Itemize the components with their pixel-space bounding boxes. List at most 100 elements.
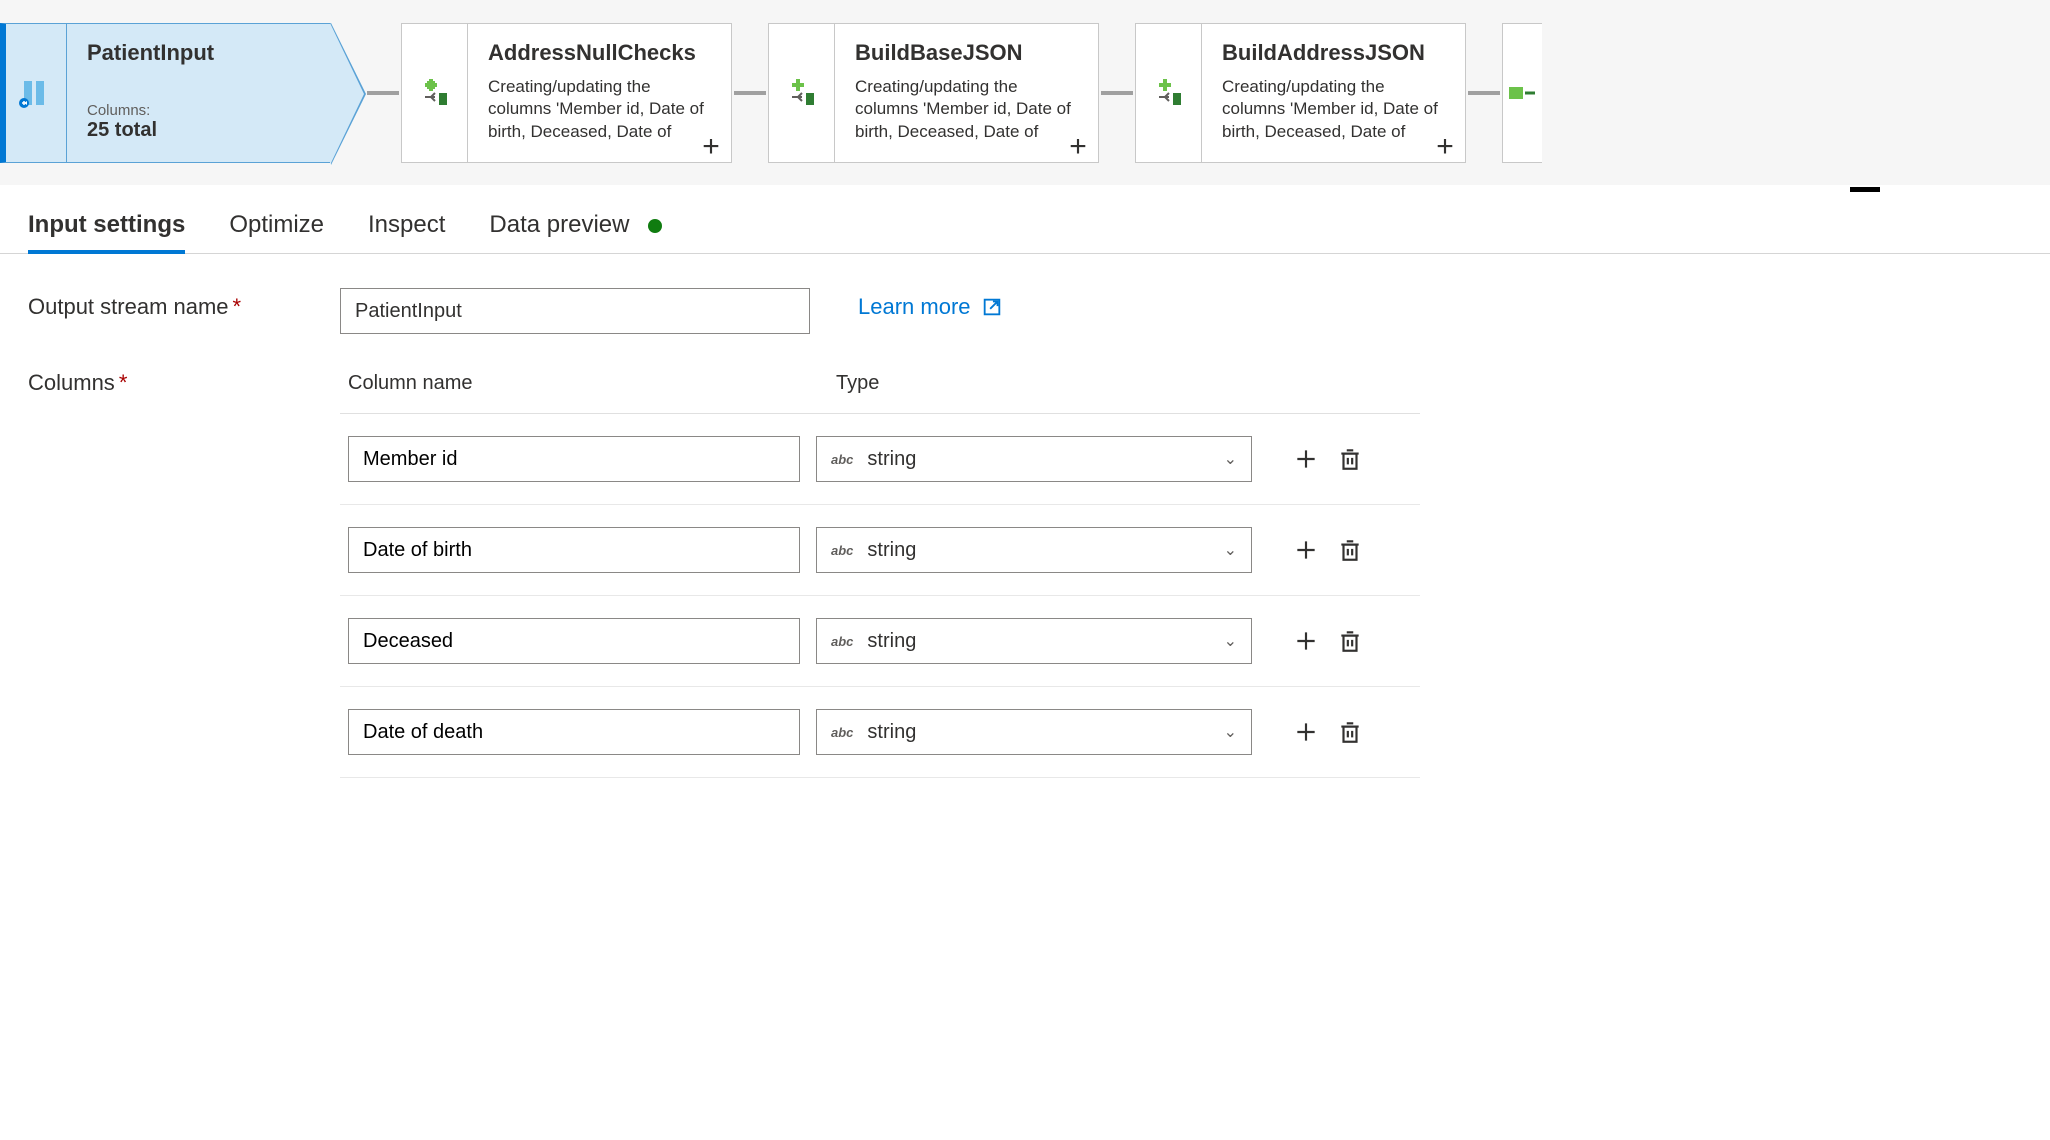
column-type-select[interactable]: abc string ⌄ <box>816 527 1252 573</box>
plus-icon <box>1293 537 1319 563</box>
transform-icon-column <box>768 23 834 163</box>
trash-icon <box>1337 537 1363 563</box>
row-actions <box>1292 718 1364 746</box>
panel-resize-handle[interactable] <box>1850 187 1880 192</box>
type-prefix-icon: abc <box>831 543 853 558</box>
tab-data-preview-label: Data preview <box>489 211 629 238</box>
external-link-icon <box>981 296 1003 318</box>
columns-header: Column name Type <box>340 364 1420 414</box>
column-name-header: Column name <box>348 372 836 395</box>
settings-tabs: Input settings Optimize Inspect Data pre… <box>0 185 2050 254</box>
flow-node-desc: Creating/updating the columns 'Member id… <box>1222 76 1445 148</box>
flow-connector <box>734 91 766 95</box>
source-icon <box>18 75 54 111</box>
add-column-button[interactable] <box>1292 536 1320 564</box>
columns-label: Columns* <box>28 364 340 396</box>
column-name-input[interactable] <box>348 436 800 482</box>
flow-card[interactable]: BuildAddressJSON Creating/updating the c… <box>1201 23 1466 163</box>
add-step-button[interactable]: + <box>697 132 725 162</box>
flow-node-addressnullchecks[interactable]: AddressNullChecks Creating/updating the … <box>401 23 732 163</box>
source-icon-column <box>0 23 66 163</box>
dataflow-canvas: PatientInput Columns: 25 total + Address… <box>0 0 2050 185</box>
output-stream-name-input[interactable] <box>340 288 810 334</box>
transform-icon-column <box>1135 23 1201 163</box>
type-prefix-icon: abc <box>831 725 853 740</box>
plus-icon <box>1293 628 1319 654</box>
flow-node-desc: Creating/updating the columns 'Member id… <box>488 76 711 148</box>
row-actions <box>1292 627 1364 655</box>
flow-node-meta-label: Columns: <box>87 102 310 119</box>
columns-label-text: Columns <box>28 370 115 395</box>
transform-icon-column <box>1502 23 1542 163</box>
transform-icon-column <box>401 23 467 163</box>
chevron-down-icon: ⌄ <box>1224 722 1237 742</box>
derived-column-icon <box>1505 75 1541 111</box>
flow-card[interactable]: AddressNullChecks Creating/updating the … <box>467 23 732 163</box>
flow-node-buildbasejson[interactable]: BuildBaseJSON Creating/updating the colu… <box>768 23 1099 163</box>
input-settings-form: Output stream name* Learn more Columns* … <box>0 254 2050 778</box>
add-step-button[interactable]: + <box>1431 132 1459 162</box>
flow-connector <box>1101 91 1133 95</box>
add-step-button[interactable]: + <box>1064 132 1092 162</box>
output-stream-row: Output stream name* Learn more <box>28 288 2022 334</box>
flow-node-desc: Creating/updating the columns 'Member id… <box>855 76 1078 148</box>
column-type-select[interactable]: abc string ⌄ <box>816 618 1252 664</box>
flow-card-selected[interactable]: PatientInput Columns: 25 total <box>66 23 331 163</box>
column-type-value: string <box>867 721 916 744</box>
row-actions <box>1292 536 1364 564</box>
flow-node-meta-value: 25 total <box>87 119 310 142</box>
column-name-input[interactable] <box>348 618 800 664</box>
add-column-button[interactable] <box>1292 718 1320 746</box>
flow-node-title: BuildBaseJSON <box>855 40 1078 66</box>
columns-row: abc string ⌄ <box>340 596 1420 687</box>
learn-more-text: Learn more <box>858 294 971 320</box>
delete-column-button[interactable] <box>1336 536 1364 564</box>
output-stream-label-text: Output stream name <box>28 294 229 319</box>
flow-node-patientinput[interactable]: PatientInput Columns: 25 total + <box>0 23 331 163</box>
derived-column-icon <box>784 75 820 111</box>
flow-connector <box>1468 91 1500 95</box>
flow-node-buildaddressjson[interactable]: BuildAddressJSON Creating/updating the c… <box>1135 23 1466 163</box>
tab-input-settings[interactable]: Input settings <box>28 211 185 253</box>
flow-node-title: PatientInput <box>87 40 310 66</box>
derived-column-icon <box>1151 75 1187 111</box>
flow-node-title: BuildAddressJSON <box>1222 40 1445 66</box>
column-type-select[interactable]: abc string ⌄ <box>816 436 1252 482</box>
columns-row: abc string ⌄ <box>340 414 1420 505</box>
data-preview-status-dot <box>648 219 662 233</box>
column-type-select[interactable]: abc string ⌄ <box>816 709 1252 755</box>
delete-column-button[interactable] <box>1336 627 1364 655</box>
columns-row: abc string ⌄ <box>340 687 1420 778</box>
type-prefix-icon: abc <box>831 452 853 467</box>
learn-more-link[interactable]: Learn more <box>858 288 1003 320</box>
trash-icon <box>1337 628 1363 654</box>
column-type-value: string <box>867 539 916 562</box>
add-column-button[interactable] <box>1292 627 1320 655</box>
required-asterisk: * <box>119 370 128 395</box>
output-stream-label: Output stream name* <box>28 288 340 320</box>
columns-row: abc string ⌄ <box>340 505 1420 596</box>
column-name-input[interactable] <box>348 709 800 755</box>
column-name-input[interactable] <box>348 527 800 573</box>
chevron-down-icon: ⌄ <box>1224 540 1237 560</box>
chevron-down-icon: ⌄ <box>1224 449 1237 469</box>
delete-column-button[interactable] <box>1336 718 1364 746</box>
required-asterisk: * <box>233 294 242 319</box>
trash-icon <box>1337 719 1363 745</box>
derived-column-icon <box>417 75 453 111</box>
plus-icon <box>1293 446 1319 472</box>
flow-node-partial[interactable] <box>1502 23 1542 163</box>
add-column-button[interactable] <box>1292 445 1320 473</box>
delete-column-button[interactable] <box>1336 445 1364 473</box>
columns-section: Columns* Column name Type abc string ⌄ <box>28 364 2022 778</box>
trash-icon <box>1337 446 1363 472</box>
column-type-value: string <box>867 630 916 653</box>
plus-icon <box>1293 719 1319 745</box>
tab-optimize[interactable]: Optimize <box>229 211 324 253</box>
row-actions <box>1292 445 1364 473</box>
flow-connector <box>367 91 399 95</box>
flow-node-title: AddressNullChecks <box>488 40 711 66</box>
flow-card[interactable]: BuildBaseJSON Creating/updating the colu… <box>834 23 1099 163</box>
tab-data-preview[interactable]: Data preview <box>489 211 662 253</box>
tab-inspect[interactable]: Inspect <box>368 211 445 253</box>
